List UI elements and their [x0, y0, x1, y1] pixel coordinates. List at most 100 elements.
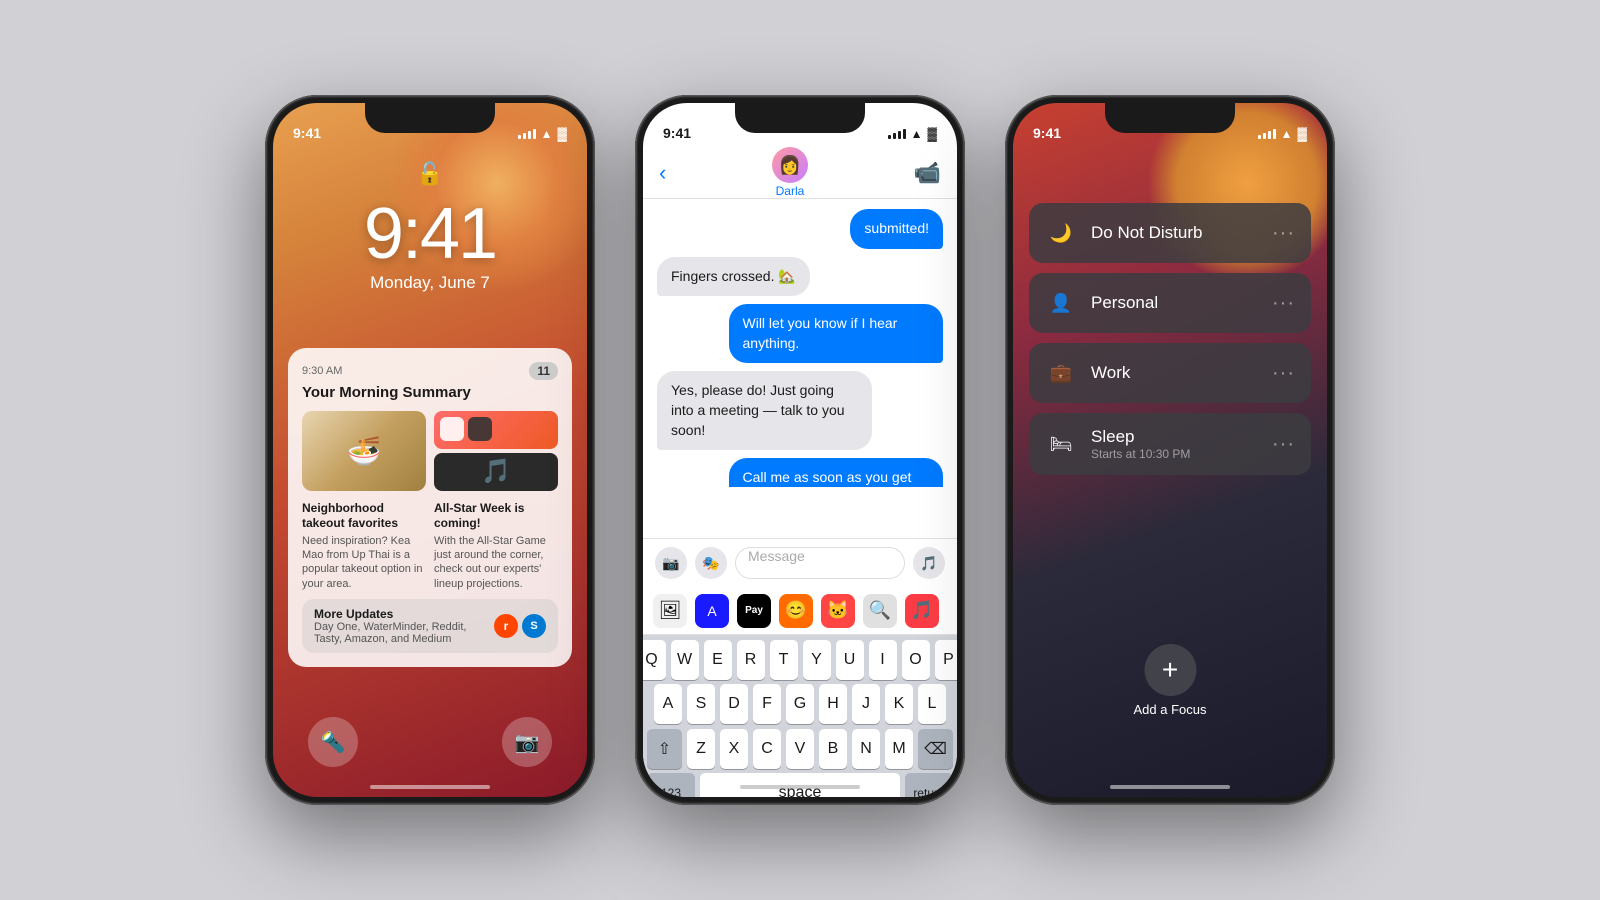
- numbers-key[interactable]: 123: [647, 773, 695, 797]
- phone-1: 9:41 ▲ ▓ 🔓 9:41 Monday, June 7 9:30 AM 1…: [265, 95, 595, 805]
- key-z[interactable]: Z: [687, 729, 715, 769]
- status-icons-2: ▲ ▓: [888, 126, 937, 141]
- status-icons-3: ▲ ▓: [1258, 126, 1307, 141]
- notif-news-1: Neighborhood takeout favorites Need insp…: [302, 501, 426, 591]
- app-strip: 🖼 A Pay 😊 🐱 🔍 🎵: [643, 587, 957, 635]
- key-o[interactable]: O: [902, 640, 930, 680]
- delete-key[interactable]: ⌫: [918, 729, 953, 769]
- battery-icon-2: ▓: [928, 126, 937, 141]
- notif-more-content: More Updates Day One, WaterMinder, Reddi…: [314, 607, 494, 645]
- key-j[interactable]: J: [852, 684, 880, 724]
- camera-input-button[interactable]: 📷: [655, 547, 687, 579]
- key-a[interactable]: A: [654, 684, 682, 724]
- contact-avatar: 👩: [772, 147, 808, 183]
- message-input[interactable]: Message: [735, 547, 905, 579]
- person-icon: 👤: [1045, 287, 1077, 319]
- lock-date: Monday, June 7: [273, 273, 587, 293]
- key-d[interactable]: D: [720, 684, 748, 724]
- video-call-button[interactable]: 📹: [914, 160, 941, 186]
- focus-item-personal[interactable]: 👤 Personal ···: [1029, 273, 1311, 333]
- key-c[interactable]: C: [753, 729, 781, 769]
- focus-label-personal: Personal: [1091, 293, 1258, 313]
- key-p[interactable]: P: [935, 640, 958, 680]
- messages-body: submitted! Fingers crossed. 🏡 Will let y…: [643, 199, 957, 487]
- add-focus-button[interactable]: + Add a Focus: [1134, 644, 1207, 717]
- audio-input-button[interactable]: 🎵: [913, 547, 945, 579]
- phone-3: 9:41 ▲ ▓ 🌙 Do Not Disturb ··· 👤: [1005, 95, 1335, 805]
- home-indicator-2: [740, 785, 860, 789]
- key-s[interactable]: S: [687, 684, 715, 724]
- message-bubble: submitted!: [850, 209, 943, 249]
- key-h[interactable]: H: [819, 684, 847, 724]
- slingshot-icon: S: [522, 614, 546, 638]
- key-b[interactable]: B: [819, 729, 847, 769]
- contact-info[interactable]: 👩 Darla: [772, 147, 808, 198]
- key-g[interactable]: G: [786, 684, 814, 724]
- notif-more-icons: r S: [494, 614, 546, 638]
- status-icons-1: ▲ ▓: [518, 126, 567, 141]
- message-input-bar: 📷 🎭 Message 🎵: [643, 538, 957, 587]
- focus-more-sleep[interactable]: ···: [1272, 433, 1295, 456]
- notif-badge: 11: [529, 362, 558, 380]
- wifi-icon: ▲: [541, 127, 553, 141]
- apps-input-button[interactable]: 🎭: [695, 547, 727, 579]
- keyboard-row-2: A S D F G H J K L: [643, 680, 957, 724]
- focus-mode-list: 🌙 Do Not Disturb ··· 👤 Personal ··· 💼 Wo…: [1029, 203, 1311, 475]
- notif-time: 9:30 AM: [302, 365, 342, 377]
- status-time-3: 9:41: [1033, 125, 1061, 141]
- key-r[interactable]: R: [737, 640, 765, 680]
- notif-news-2: All-Star Week is coming! With the All-St…: [434, 501, 558, 591]
- key-w[interactable]: W: [671, 640, 699, 680]
- focus-more-dnd[interactable]: ···: [1272, 222, 1295, 245]
- key-f[interactable]: F: [753, 684, 781, 724]
- message-bubble: Will let you know if I hear anything.: [729, 304, 944, 363]
- lock-time: 9:41: [273, 193, 587, 275]
- search-strip-icon[interactable]: 🔍: [863, 594, 897, 628]
- return-key[interactable]: return: [905, 773, 953, 797]
- focus-item-do-not-disturb[interactable]: 🌙 Do Not Disturb ···: [1029, 203, 1311, 263]
- key-n[interactable]: N: [852, 729, 880, 769]
- key-k[interactable]: K: [885, 684, 913, 724]
- key-x[interactable]: X: [720, 729, 748, 769]
- message-bubble: Call me as soon as you get this, please!…: [729, 458, 944, 487]
- key-m[interactable]: M: [885, 729, 913, 769]
- photos-strip-icon[interactable]: 🖼: [653, 594, 687, 628]
- status-time-1: 9:41: [293, 125, 321, 141]
- memoji-strip-icon[interactable]: 😊: [779, 594, 813, 628]
- focus-item-sleep[interactable]: 🛏 Sleep Starts at 10:30 PM ···: [1029, 413, 1311, 475]
- key-v[interactable]: V: [786, 729, 814, 769]
- notification-card[interactable]: 9:30 AM 11 Your Morning Summary 🎵 Neighb…: [288, 348, 572, 667]
- key-e[interactable]: E: [704, 640, 732, 680]
- wifi-icon-3: ▲: [1281, 127, 1293, 141]
- sleep-icon: 🛏: [1045, 428, 1077, 460]
- flashlight-button[interactable]: 🔦: [308, 717, 358, 767]
- keyboard-row-1: Q W E R T Y U I O P: [643, 635, 957, 680]
- focus-more-work[interactable]: ···: [1272, 362, 1295, 385]
- signal-icon-2: [888, 129, 906, 139]
- key-t[interactable]: T: [770, 640, 798, 680]
- notif-dark-image: 🎵: [434, 453, 558, 491]
- animoji-strip-icon[interactable]: 🐱: [821, 594, 855, 628]
- key-y[interactable]: Y: [803, 640, 831, 680]
- music-strip-icon[interactable]: 🎵: [905, 594, 939, 628]
- key-u[interactable]: U: [836, 640, 864, 680]
- signal-icon: [518, 129, 536, 139]
- key-i[interactable]: I: [869, 640, 897, 680]
- lock-icon: 🔓: [416, 161, 443, 187]
- battery-icon-3: ▓: [1298, 126, 1307, 141]
- applepay-strip-icon[interactable]: Pay: [737, 594, 771, 628]
- camera-button[interactable]: 📷: [502, 717, 552, 767]
- lock-bottom-buttons: 🔦 📷: [273, 717, 587, 767]
- shift-key[interactable]: ⇧: [647, 729, 682, 769]
- notif-food-image: [302, 411, 426, 491]
- key-l[interactable]: L: [918, 684, 946, 724]
- focus-item-work[interactable]: 💼 Work ···: [1029, 343, 1311, 403]
- status-time-2: 9:41: [663, 125, 691, 141]
- focus-more-personal[interactable]: ···: [1272, 292, 1295, 315]
- back-button[interactable]: ‹: [659, 160, 666, 186]
- appstore-strip-icon[interactable]: A: [695, 594, 729, 628]
- notif-header: 9:30 AM 11: [302, 362, 558, 380]
- notif-more-updates[interactable]: More Updates Day One, WaterMinder, Reddi…: [302, 599, 558, 653]
- key-q[interactable]: Q: [643, 640, 666, 680]
- keyboard-row-3: ⇧ Z X C V B N M ⌫: [643, 724, 957, 769]
